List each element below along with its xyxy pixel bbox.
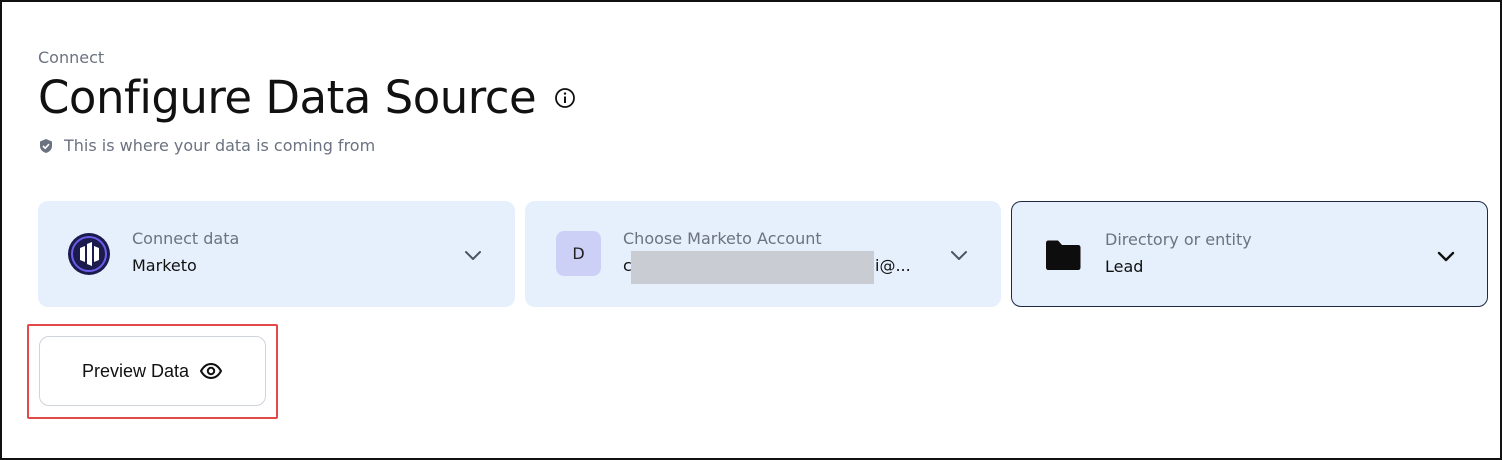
- directory-entity-label: Directory or entity: [1105, 230, 1252, 249]
- directory-entity-value: Lead: [1105, 257, 1144, 276]
- marketo-logo-icon: [68, 233, 110, 275]
- shield-check-icon: [38, 138, 54, 154]
- preview-data-label: Preview Data: [81, 360, 190, 381]
- marketo-account-value-suffix: i@...: [875, 256, 911, 275]
- info-icon[interactable]: [554, 87, 576, 109]
- chevron-down-icon[interactable]: [463, 245, 483, 265]
- folder-icon: [1044, 238, 1082, 272]
- title-row: Configure Data Source: [38, 70, 576, 126]
- chevron-down-icon[interactable]: [1436, 246, 1456, 266]
- marketo-account-select[interactable]: D Choose Marketo Account c i@...: [525, 201, 1001, 307]
- chevron-down-icon[interactable]: [949, 245, 969, 265]
- preview-data-button[interactable]: Preview Data: [39, 336, 266, 406]
- marketo-account-label: Choose Marketo Account: [623, 229, 822, 248]
- subtitle-row: This is where your data is coming from: [38, 136, 375, 155]
- eye-icon: [199, 359, 223, 383]
- page-frame: Connect Configure Data Source This is wh…: [0, 0, 1502, 460]
- breadcrumb[interactable]: Connect: [38, 48, 104, 67]
- connect-data-value: Marketo: [132, 256, 197, 275]
- connect-data-select[interactable]: Connect data Marketo: [38, 201, 515, 307]
- connect-data-label: Connect data: [132, 229, 240, 248]
- redacted-account-email: [631, 251, 874, 284]
- account-avatar: D: [556, 231, 601, 276]
- page-subtitle: This is where your data is coming from: [64, 136, 376, 155]
- directory-entity-select[interactable]: Directory or entity Lead: [1011, 201, 1488, 307]
- page-title: Configure Data Source: [38, 71, 537, 124]
